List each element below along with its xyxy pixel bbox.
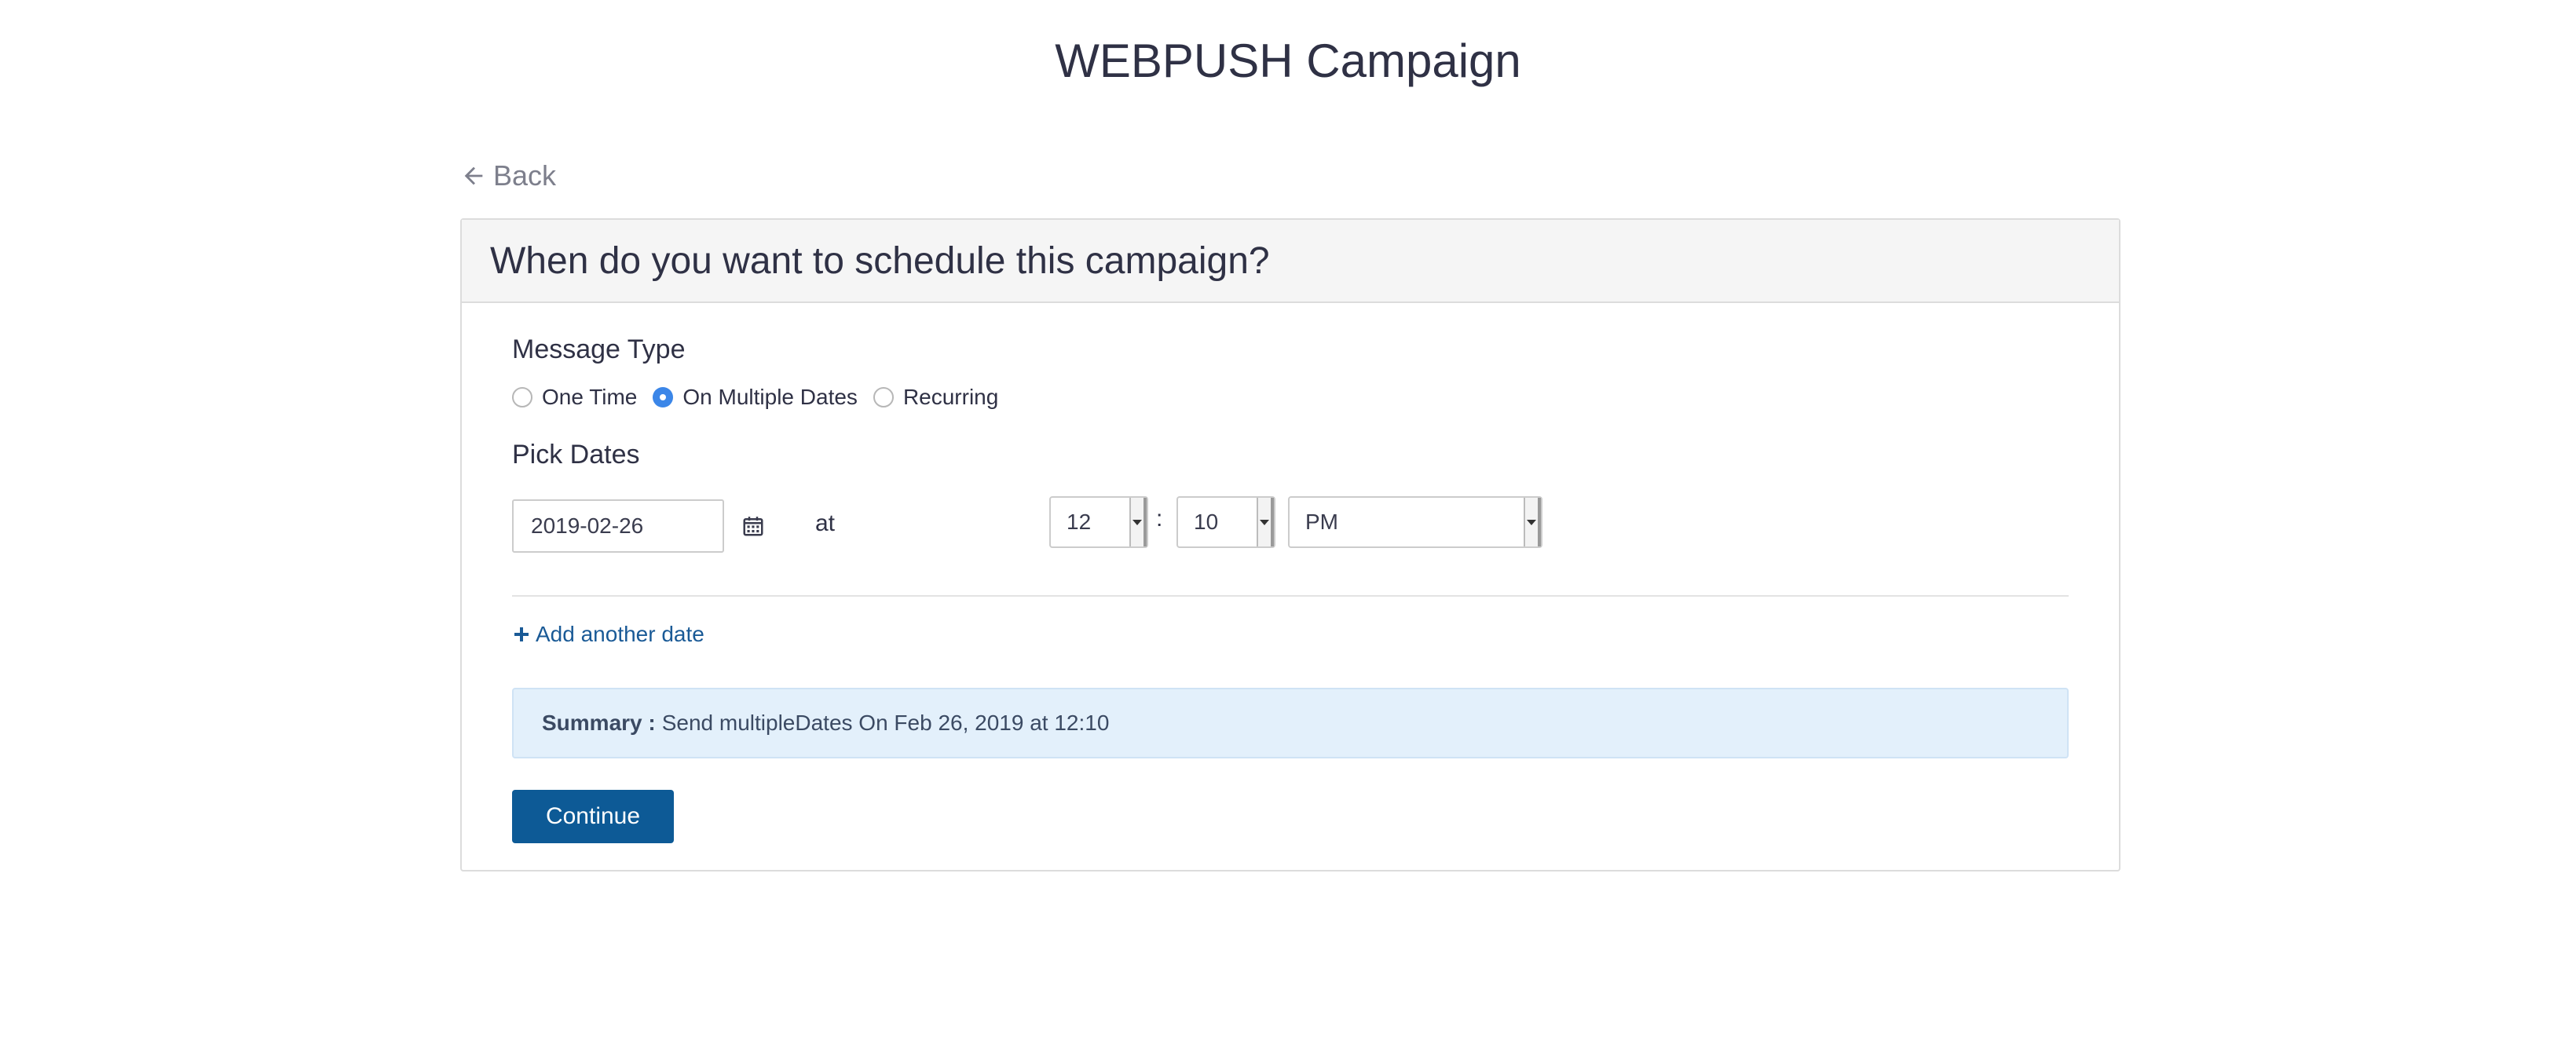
date-input[interactable] <box>512 499 724 553</box>
message-type-radio-group: One Time On Multiple Dates Recurring <box>512 385 1014 410</box>
meridiem-value: PM <box>1305 510 1338 534</box>
meridiem-select[interactable]: PM <box>1288 496 1542 548</box>
add-another-date-label: Add another date <box>536 622 704 646</box>
at-label: at <box>815 510 836 536</box>
back-link[interactable]: Back <box>460 155 556 196</box>
radio-multiple-dates-label: On Multiple Dates <box>682 385 858 409</box>
summary-label: Summary : <box>542 711 656 735</box>
minute-select[interactable]: 10 <box>1176 496 1275 548</box>
radio-one-time[interactable]: One Time <box>512 385 637 410</box>
radio-recurring[interactable]: Recurring <box>873 385 998 410</box>
card-header: When do you want to schedule this campai… <box>462 220 2119 303</box>
back-label: Back <box>493 159 557 192</box>
hour-value: 12 <box>1067 510 1092 534</box>
pick-dates-label: Pick Dates <box>512 440 640 470</box>
summary-text: Send multipleDates On Feb 26, 2019 at 12… <box>661 711 1110 735</box>
chevron-down-icon[interactable] <box>1524 498 1541 546</box>
page-title: WEBPUSH Campaign <box>1055 35 1521 87</box>
card-title: When do you want to schedule this campai… <box>490 239 1270 282</box>
radio-recurring-label: Recurring <box>902 385 999 409</box>
schedule-card: When do you want to schedule this campai… <box>460 218 2120 871</box>
summary-box: Summary : Send multipleDates On Feb 26, … <box>512 688 2069 758</box>
add-another-date-link[interactable]: Add another date <box>512 622 704 647</box>
chevron-down-icon[interactable] <box>1129 498 1147 546</box>
calendar-icon[interactable] <box>741 513 765 539</box>
arrow-left-icon <box>464 166 483 185</box>
radio-one-time-label: One Time <box>542 385 638 409</box>
hour-select[interactable]: 12 <box>1049 496 1148 548</box>
time-separator: : <box>1156 506 1163 532</box>
continue-button[interactable]: Continue <box>512 790 674 843</box>
radio-one-time-circle[interactable] <box>512 387 532 407</box>
plus-icon <box>514 627 529 641</box>
chevron-down-icon[interactable] <box>1257 498 1274 546</box>
minute-value: 10 <box>1194 510 1219 534</box>
divider <box>512 595 2069 597</box>
radio-multiple-dates-circle[interactable] <box>653 387 674 407</box>
radio-multiple-dates[interactable]: On Multiple Dates <box>653 385 858 410</box>
radio-recurring-circle[interactable] <box>873 387 894 407</box>
message-type-label: Message Type <box>512 334 686 364</box>
